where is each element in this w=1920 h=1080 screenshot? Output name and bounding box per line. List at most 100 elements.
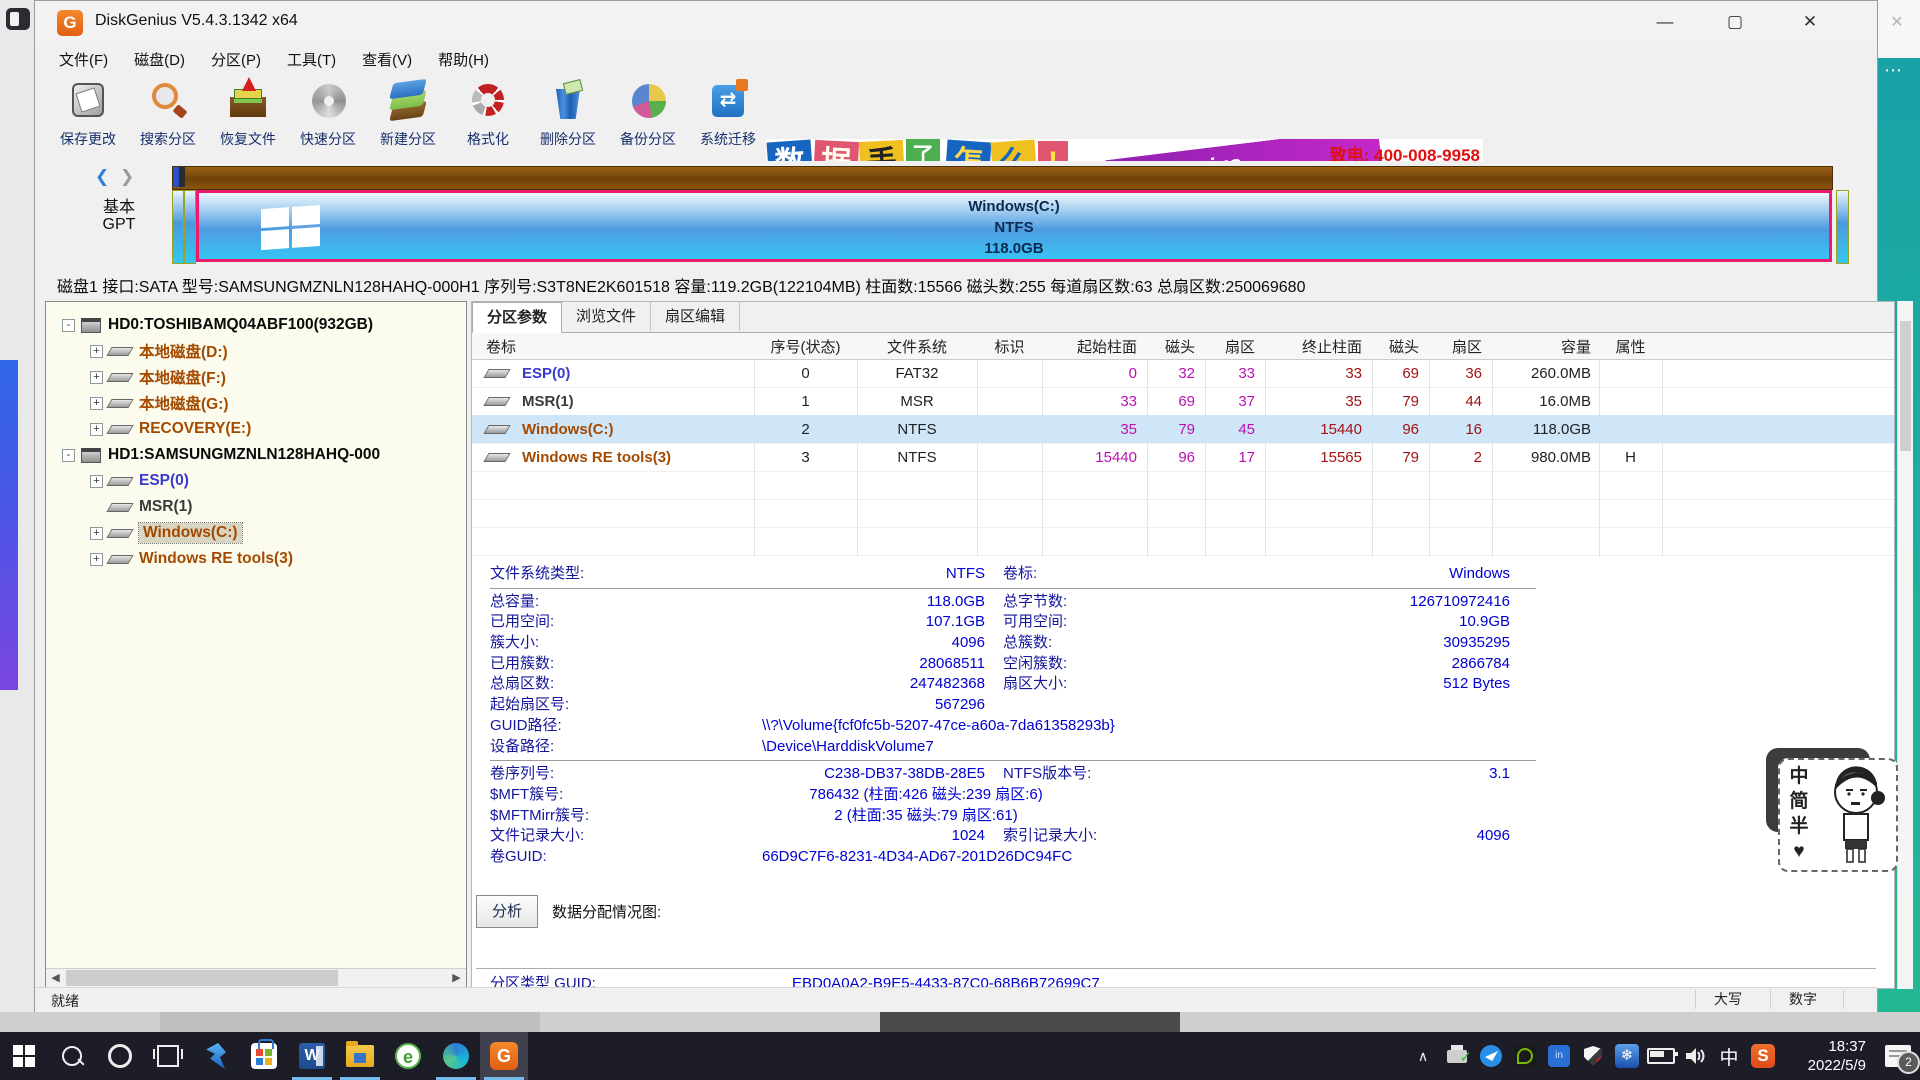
search-partition-button[interactable]: 搜索分区 bbox=[129, 77, 207, 157]
word-button[interactable]: W bbox=[288, 1032, 336, 1080]
expand-icon[interactable]: + bbox=[90, 345, 103, 358]
tab-partition-params[interactable]: 分区参数 bbox=[472, 302, 562, 333]
menu-file[interactable]: 文件(F) bbox=[59, 49, 108, 70]
task-view-button[interactable] bbox=[144, 1032, 192, 1080]
expand-icon[interactable]: + bbox=[90, 371, 103, 384]
tree-item-local-d[interactable]: + 本地磁盘(D:) bbox=[46, 338, 466, 364]
save-icon bbox=[68, 81, 108, 121]
tree-item-windows-c[interactable]: + Windows(C:) bbox=[46, 520, 466, 546]
expand-icon[interactable]: + bbox=[90, 527, 103, 540]
recover-files-button[interactable]: 恢复文件 bbox=[209, 77, 287, 157]
volume-details: 文件系统类型:NTFS卷标:Windows 总容量:118.0GB总字节数:12… bbox=[490, 564, 1590, 868]
table-row-windows-c[interactable]: Windows(C:) 2NTFS 357945 154409616 118.0… bbox=[472, 415, 1894, 444]
table-row-esp[interactable]: ESP(0) 0FAT32 03233 336936 260.0MB bbox=[472, 359, 1894, 388]
driver-app-tray-icon[interactable] bbox=[1474, 1032, 1508, 1080]
tree-item-local-f[interactable]: + 本地磁盘(F:) bbox=[46, 364, 466, 390]
sogou-tray-icon[interactable]: S bbox=[1746, 1032, 1780, 1080]
scroll-left-icon[interactable]: ◀ bbox=[46, 969, 65, 987]
edge-button[interactable] bbox=[432, 1032, 480, 1080]
background-window-icon[interactable] bbox=[6, 8, 30, 30]
collapse-icon[interactable]: - bbox=[62, 449, 75, 462]
folder-icon bbox=[346, 1045, 374, 1067]
new-partition-button[interactable]: 新建分区 bbox=[369, 77, 447, 157]
background-more-icon[interactable]: ⋯ bbox=[1884, 60, 1904, 81]
caps-indicator: 大写 bbox=[1695, 990, 1776, 1009]
windows-c-partition-bar[interactable]: Windows(C:) NTFS 118.0GB bbox=[196, 190, 1832, 262]
ime-indicator[interactable]: 中 bbox=[1712, 1032, 1746, 1080]
tree-horizontal-scrollbar[interactable]: ◀ ▶ bbox=[46, 968, 466, 988]
tab-browse-files[interactable]: 浏览文件 bbox=[562, 302, 651, 331]
tree-item-windows-re[interactable]: + Windows RE tools(3) bbox=[46, 546, 466, 572]
expand-icon[interactable]: + bbox=[90, 397, 103, 410]
file-explorer-button[interactable] bbox=[336, 1032, 384, 1080]
close-button[interactable]: ✕ bbox=[1780, 1, 1840, 43]
panel-vertical-scrollbar[interactable] bbox=[1897, 301, 1913, 989]
tray-expand-button[interactable]: ∧ bbox=[1406, 1032, 1440, 1080]
taskbar: W e G ∧ ✓ in ✕ ❄ 中 S 18:37 2022/5/9 bbox=[0, 1032, 1920, 1080]
save-changes-button[interactable]: 保存更改 bbox=[49, 77, 127, 157]
analyze-button[interactable]: 分析 bbox=[476, 895, 538, 928]
expand-icon[interactable]: + bbox=[90, 475, 103, 488]
collapse-icon[interactable]: - bbox=[62, 319, 75, 332]
next-disk-icon[interactable]: ❯ bbox=[120, 167, 134, 186]
browser-360-button[interactable]: e bbox=[384, 1032, 432, 1080]
nvidia-tray-icon[interactable] bbox=[1508, 1032, 1542, 1080]
maximize-button[interactable]: ▢ bbox=[1705, 1, 1765, 43]
tree-item-local-g[interactable]: + 本地磁盘(G:) bbox=[46, 390, 466, 416]
intel-tray-icon[interactable]: in bbox=[1542, 1032, 1576, 1080]
defender-tray-icon[interactable]: ✕ bbox=[1576, 1032, 1610, 1080]
pinned-app-flash[interactable] bbox=[192, 1032, 240, 1080]
expand-icon[interactable]: + bbox=[90, 553, 103, 566]
battery-tray-icon[interactable] bbox=[1644, 1032, 1678, 1080]
delete-partition-button[interactable]: 删除分区 bbox=[529, 77, 607, 157]
format-button[interactable]: 格式化 bbox=[449, 77, 527, 157]
menu-tools[interactable]: 工具(T) bbox=[287, 49, 336, 70]
tree-item-hd0[interactable]: - HD0:TOSHIBAMQ04ABF100(932GB) bbox=[46, 312, 466, 338]
esp-partition-bar[interactable] bbox=[172, 190, 184, 264]
volume-tray-icon[interactable] bbox=[1678, 1032, 1712, 1080]
analyze-row: 分析 数据分配情况图: bbox=[476, 894, 661, 928]
cortana-button[interactable] bbox=[96, 1032, 144, 1080]
system-migrate-button[interactable]: 系统迁移 bbox=[689, 77, 767, 157]
tree-item-recovery-e[interactable]: + RECOVERY(E:) bbox=[46, 416, 466, 442]
msr-partition-bar[interactable] bbox=[184, 190, 196, 264]
disk-nav-arrows[interactable]: ❮ ❯ bbox=[95, 167, 134, 187]
screen: ✕ ⋯ G DiskGenius V5.4.3.1342 x64 — ▢ ✕ 文… bbox=[0, 0, 1920, 1080]
start-button[interactable] bbox=[0, 1032, 48, 1080]
quick-partition-button[interactable]: 快速分区 bbox=[289, 77, 367, 157]
word-icon: W bbox=[299, 1043, 325, 1069]
diskgenius-taskbar-button[interactable]: G bbox=[480, 1032, 528, 1080]
menu-disk[interactable]: 磁盘(D) bbox=[134, 49, 185, 70]
printer-tray-icon[interactable]: ✓ bbox=[1440, 1032, 1474, 1080]
menu-bar: 文件(F) 磁盘(D) 分区(P) 工具(T) 查看(V) 帮助(H) bbox=[35, 45, 1877, 73]
minimize-button[interactable]: — bbox=[1635, 1, 1695, 43]
menu-view[interactable]: 查看(V) bbox=[362, 49, 412, 70]
table-row-msr[interactable]: MSR(1) 1MSR 336937 357944 16.0MB bbox=[472, 387, 1894, 416]
title-bar[interactable]: G DiskGenius V5.4.3.1342 x64 — ▢ ✕ bbox=[35, 1, 1877, 45]
menu-help[interactable]: 帮助(H) bbox=[438, 49, 489, 70]
table-row-windows-re[interactable]: Windows RE tools(3) 3NTFS 154409617 1556… bbox=[472, 443, 1894, 472]
microsoft-store-button[interactable] bbox=[240, 1032, 288, 1080]
layers-icon bbox=[388, 81, 428, 121]
expand-icon[interactable]: + bbox=[90, 423, 103, 436]
notification-center-button[interactable]: 2 bbox=[1876, 1032, 1920, 1080]
tree-item-esp[interactable]: + ESP(0) bbox=[46, 468, 466, 494]
snowflake-tray-icon[interactable]: ❄ bbox=[1610, 1032, 1644, 1080]
tree-item-hd1[interactable]: - HD1:SAMSUNGMZNLN128HAHQ-000 bbox=[46, 442, 466, 468]
whole-disk-bar[interactable] bbox=[172, 166, 1833, 190]
background-close-icon[interactable]: ✕ bbox=[1886, 12, 1908, 34]
allocation-map-caption: 数据分配情况图: bbox=[552, 901, 661, 922]
background-app-strip bbox=[0, 360, 18, 690]
taskbar-search-button[interactable] bbox=[48, 1032, 96, 1080]
taskbar-clock[interactable]: 18:37 2022/5/9 bbox=[1780, 1037, 1876, 1075]
recovery-partition-bar[interactable] bbox=[1836, 190, 1849, 264]
ime-floating-widget[interactable]: 中 简 半 ♥ bbox=[1778, 758, 1898, 872]
tab-sector-edit[interactable]: 扇区编辑 bbox=[651, 302, 740, 331]
backup-partition-button[interactable]: 备份分区 bbox=[609, 77, 687, 157]
menu-partition[interactable]: 分区(P) bbox=[211, 49, 261, 70]
prev-disk-icon[interactable]: ❮ bbox=[95, 167, 109, 186]
scroll-right-icon[interactable]: ▶ bbox=[447, 969, 466, 987]
tree-item-msr[interactable]: MSR(1) bbox=[46, 494, 466, 520]
scrollbar-thumb[interactable] bbox=[66, 970, 338, 986]
scrollbar-thumb[interactable] bbox=[1900, 321, 1911, 451]
